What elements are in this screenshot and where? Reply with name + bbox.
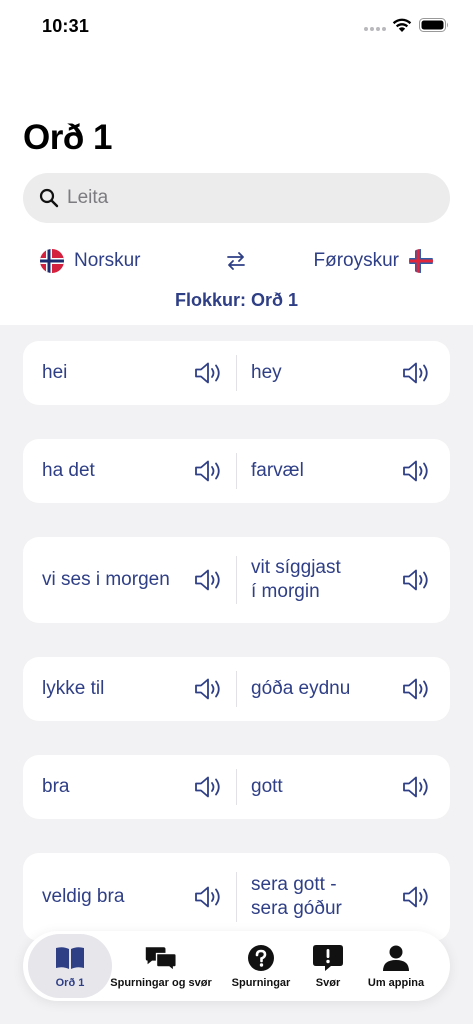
swap-arrows-icon[interactable]: [225, 250, 247, 272]
tab-words[interactable]: Orð 1: [28, 934, 112, 998]
card-divider: [236, 453, 237, 489]
source-word: ha det: [42, 460, 95, 481]
target-word-cell: farvæl: [236, 439, 450, 503]
target-word: hey: [251, 362, 282, 383]
tab-answers[interactable]: Svør: [304, 931, 352, 1001]
category-label: Flokkur: Orð 1: [174, 290, 299, 310]
search-bar[interactable]: [23, 173, 450, 223]
tab-label: Spurningar og svør: [110, 976, 212, 989]
speaker-icon[interactable]: [194, 884, 224, 910]
target-word-cell: sera gott - sera góður: [236, 853, 450, 941]
target-word: vit síggjast í morgin: [251, 557, 341, 602]
question-circle-icon: [244, 944, 278, 972]
search-input[interactable]: [67, 173, 437, 223]
source-word-cell: veldig bra: [23, 853, 236, 941]
tab-label: Spurningar: [231, 976, 291, 989]
source-word: bra: [42, 776, 70, 797]
speaker-icon[interactable]: [194, 676, 224, 702]
source-word-cell: ha det: [23, 439, 236, 503]
word-card: veldig bra sera gott - sera góður: [23, 853, 450, 941]
faroe-flag-icon: [409, 249, 433, 273]
status-time: 10:31: [42, 16, 90, 36]
word-card: bra gott: [23, 755, 450, 819]
tab-label: Um appina: [367, 976, 425, 989]
target-word-cell: vit síggjast í morgin: [236, 537, 450, 623]
word-card: lykke til góða eydnu: [23, 657, 450, 721]
card-divider: [236, 355, 237, 391]
target-language[interactable]: Føroyskur: [313, 249, 433, 273]
speaker-icon[interactable]: [402, 567, 432, 593]
person-icon: [379, 944, 413, 972]
speaker-icon[interactable]: [402, 676, 432, 702]
target-word-cell: góða eydnu: [236, 657, 450, 721]
norway-flag-icon: [40, 249, 64, 273]
language-selector: Norskur Føroyskur: [0, 244, 473, 278]
tab-questions[interactable]: Spurningar: [223, 931, 299, 1001]
source-word: hei: [42, 362, 68, 383]
target-word: gott: [251, 776, 283, 797]
tab-label: Svør: [315, 976, 341, 989]
battery-icon: [419, 18, 448, 32]
source-language[interactable]: Norskur: [40, 249, 141, 273]
source-word-cell: lykke til: [23, 657, 236, 721]
exclamation-bubble-icon: [311, 944, 345, 972]
tab-about-app[interactable]: Um appina: [357, 931, 435, 1001]
target-language-label: Føroyskur: [313, 250, 400, 271]
speaker-icon[interactable]: [402, 360, 432, 386]
source-word-cell: bra: [23, 755, 236, 819]
target-word: farvæl: [251, 460, 304, 481]
word-card: vi ses i morgen vit síggjast í morgin: [23, 537, 450, 623]
wifi-icon: [392, 18, 412, 32]
speaker-icon[interactable]: [194, 360, 224, 386]
tab-questions-and-answers[interactable]: Spurningar og svør: [108, 931, 214, 1001]
target-word-cell: hey: [236, 341, 450, 405]
signal-dots-icon: [364, 27, 386, 33]
speaker-icon[interactable]: [194, 774, 224, 800]
word-card: ha det farvæl: [23, 439, 450, 503]
card-divider: [236, 872, 237, 922]
card-divider: [236, 671, 237, 707]
source-word-cell: hei: [23, 341, 236, 405]
book-icon: [53, 944, 87, 972]
word-card: hei hey: [23, 341, 450, 405]
card-divider: [236, 555, 237, 605]
speaker-icon[interactable]: [402, 458, 432, 484]
chat-bubbles-icon: [144, 944, 178, 972]
tab-bar: Orð 1 Spurningar og svør Spurningar Svør Um …: [23, 931, 450, 1001]
card-divider: [236, 769, 237, 805]
search-icon: [39, 188, 59, 208]
speaker-icon[interactable]: [402, 774, 432, 800]
tab-label: Orð 1: [55, 976, 85, 989]
speaker-icon[interactable]: [402, 884, 432, 910]
status-bar: 10:31: [0, 0, 473, 54]
source-word-cell: vi ses i morgen: [23, 537, 236, 623]
speaker-icon[interactable]: [194, 567, 224, 593]
source-word: veldig bra: [42, 886, 125, 907]
page-title: Orð 1: [23, 118, 112, 157]
target-word: góða eydnu: [251, 678, 351, 699]
target-word: sera gott - sera góður: [251, 874, 342, 919]
source-language-label: Norskur: [74, 250, 141, 271]
source-word: vi ses i morgen: [42, 569, 170, 590]
source-word: lykke til: [42, 678, 105, 699]
target-word-cell: gott: [236, 755, 450, 819]
speaker-icon[interactable]: [194, 458, 224, 484]
